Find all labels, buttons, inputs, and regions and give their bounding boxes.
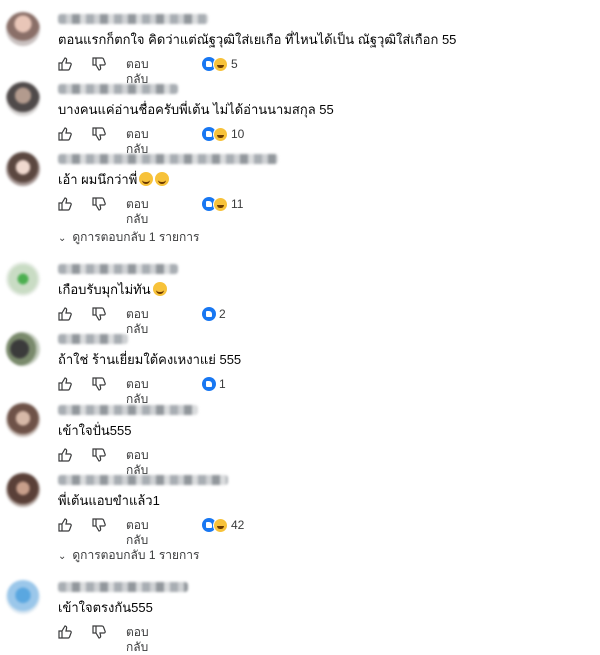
comment-text: เข้าใจปั่น555 bbox=[58, 422, 131, 440]
comment-text: บางคนแค่อ่านชื่อครับพี่เต้น ไม่ได้อ่านนา… bbox=[58, 101, 334, 119]
comment-text: เกือบรับมุกไม่ทัน bbox=[58, 281, 167, 299]
commenter-name[interactable] bbox=[58, 475, 228, 485]
comment-text: ถ้าใช่ ร้านเยี่ยมใต้คงเหงาแย่ 555 bbox=[58, 351, 241, 369]
commenter-name[interactable] bbox=[58, 334, 128, 344]
view-replies-link[interactable]: ⌄ ดูการตอบกลับ 1 รายการ bbox=[58, 546, 200, 565]
reply-button[interactable]: ตอบกลับ bbox=[126, 377, 149, 407]
like-reaction-icon bbox=[202, 377, 216, 391]
haha-reaction-icon bbox=[213, 518, 228, 533]
avatar[interactable] bbox=[6, 332, 40, 366]
reply-button[interactable]: ตอบกลับ bbox=[126, 448, 149, 478]
reply-button[interactable]: ตอบกลับ bbox=[126, 197, 149, 227]
thumbs-up-icon[interactable] bbox=[58, 377, 72, 391]
comment-text: ตอนแรกก็ตกใจ คิดว่าแต่ณัฐวุฒิใส่เยเกือ ท… bbox=[58, 31, 456, 49]
thumbs-down-icon[interactable] bbox=[92, 127, 106, 141]
thumbs-up-icon[interactable] bbox=[58, 127, 72, 141]
comment-text: เข้าใจตรงกัน555 bbox=[58, 599, 153, 617]
reaction-summary[interactable]: 10 bbox=[202, 127, 244, 142]
thumbs-down-icon[interactable] bbox=[92, 448, 106, 462]
comment-body: เอ้า ผมนึกว่าพี่ bbox=[58, 172, 138, 187]
reaction-summary[interactable]: 1 bbox=[202, 377, 226, 392]
haha-reaction-icon bbox=[213, 197, 228, 212]
reaction-count: 42 bbox=[231, 518, 245, 532]
grin-emoji-icon bbox=[155, 172, 170, 186]
thumbs-up-icon[interactable] bbox=[58, 518, 72, 532]
comment-text: พี่เต้นแอบขำแล้ว1 bbox=[58, 492, 160, 510]
reaction-summary[interactable]: 11 bbox=[202, 197, 243, 212]
commenter-name[interactable] bbox=[58, 154, 278, 164]
thumbs-down-icon[interactable] bbox=[92, 307, 106, 321]
avatar[interactable] bbox=[6, 473, 40, 507]
thumbs-up-icon[interactable] bbox=[58, 625, 72, 639]
commenter-name[interactable] bbox=[58, 582, 188, 592]
reaction-count: 1 bbox=[219, 377, 226, 391]
avatar[interactable] bbox=[6, 262, 40, 296]
reaction-count: 2 bbox=[219, 307, 226, 321]
avatar[interactable] bbox=[6, 580, 40, 614]
commenter-name[interactable] bbox=[58, 84, 178, 94]
haha-reaction-icon bbox=[213, 57, 228, 72]
view-replies-link[interactable]: ⌄ ดูการตอบกลับ 1 รายการ bbox=[58, 228, 200, 247]
thumbs-down-icon[interactable] bbox=[92, 197, 106, 211]
comment-body: เข้าใจตรงกัน555 bbox=[58, 600, 153, 615]
avatar[interactable] bbox=[6, 403, 40, 437]
haha-reaction-icon bbox=[213, 127, 228, 142]
thumbs-down-icon[interactable] bbox=[92, 377, 106, 391]
comment-body: บางคนแค่อ่านชื่อครับพี่เต้น ไม่ได้อ่านนา… bbox=[58, 102, 334, 117]
thumbs-up-icon[interactable] bbox=[58, 57, 72, 71]
reply-button[interactable]: ตอบกลับ bbox=[126, 518, 149, 548]
commenter-name[interactable] bbox=[58, 14, 208, 24]
view-replies-label: ดูการตอบกลับ 1 รายการ bbox=[72, 230, 200, 244]
commenter-name[interactable] bbox=[58, 264, 178, 274]
view-replies-label: ดูการตอบกลับ 1 รายการ bbox=[72, 548, 200, 562]
reaction-summary[interactable]: 42 bbox=[202, 518, 244, 533]
grin-emoji-icon bbox=[152, 282, 167, 296]
avatar[interactable] bbox=[6, 152, 40, 186]
comment-body: ถ้าใช่ ร้านเยี่ยมใต้คงเหงาแย่ 555 bbox=[58, 352, 242, 367]
chevron-down-icon: ⌄ bbox=[58, 233, 67, 244]
thumbs-up-icon[interactable] bbox=[58, 448, 72, 462]
reaction-count: 5 bbox=[231, 57, 238, 71]
reply-button[interactable]: ตอบกลับ bbox=[126, 307, 149, 337]
chevron-down-icon: ⌄ bbox=[58, 551, 67, 562]
reply-button[interactable]: ตอบกลับ bbox=[126, 127, 149, 157]
thumbs-down-icon[interactable] bbox=[92, 625, 106, 639]
reply-button[interactable]: ตอบกลับ bbox=[126, 57, 149, 87]
avatar[interactable] bbox=[6, 12, 40, 46]
comment-body: พี่เต้นแอบขำแล้ว1 bbox=[58, 493, 160, 508]
reaction-count: 11 bbox=[231, 197, 244, 211]
reaction-summary[interactable]: 2 bbox=[202, 307, 226, 322]
thumbs-down-icon[interactable] bbox=[92, 518, 106, 532]
like-reaction-icon bbox=[202, 307, 216, 321]
commenter-name[interactable] bbox=[58, 405, 198, 415]
comment-body: เข้าใจปั่น555 bbox=[58, 423, 132, 438]
thumbs-up-icon[interactable] bbox=[58, 197, 72, 211]
reaction-summary[interactable]: 5 bbox=[202, 57, 238, 72]
thumbs-down-icon[interactable] bbox=[92, 57, 106, 71]
reply-button[interactable]: ตอบกลับ bbox=[126, 625, 149, 655]
comment-text: เอ้า ผมนึกว่าพี่ bbox=[58, 171, 170, 189]
reaction-count: 10 bbox=[231, 127, 245, 141]
avatar[interactable] bbox=[6, 82, 40, 116]
comment-body: ตอนแรกก็ตกใจ คิดว่าแต่ณัฐวุฒิใส่เยเกือ ท… bbox=[58, 32, 457, 47]
grin-emoji-icon bbox=[139, 172, 154, 186]
thumbs-up-icon[interactable] bbox=[58, 307, 72, 321]
comment-body: เกือบรับมุกไม่ทัน bbox=[58, 282, 151, 297]
